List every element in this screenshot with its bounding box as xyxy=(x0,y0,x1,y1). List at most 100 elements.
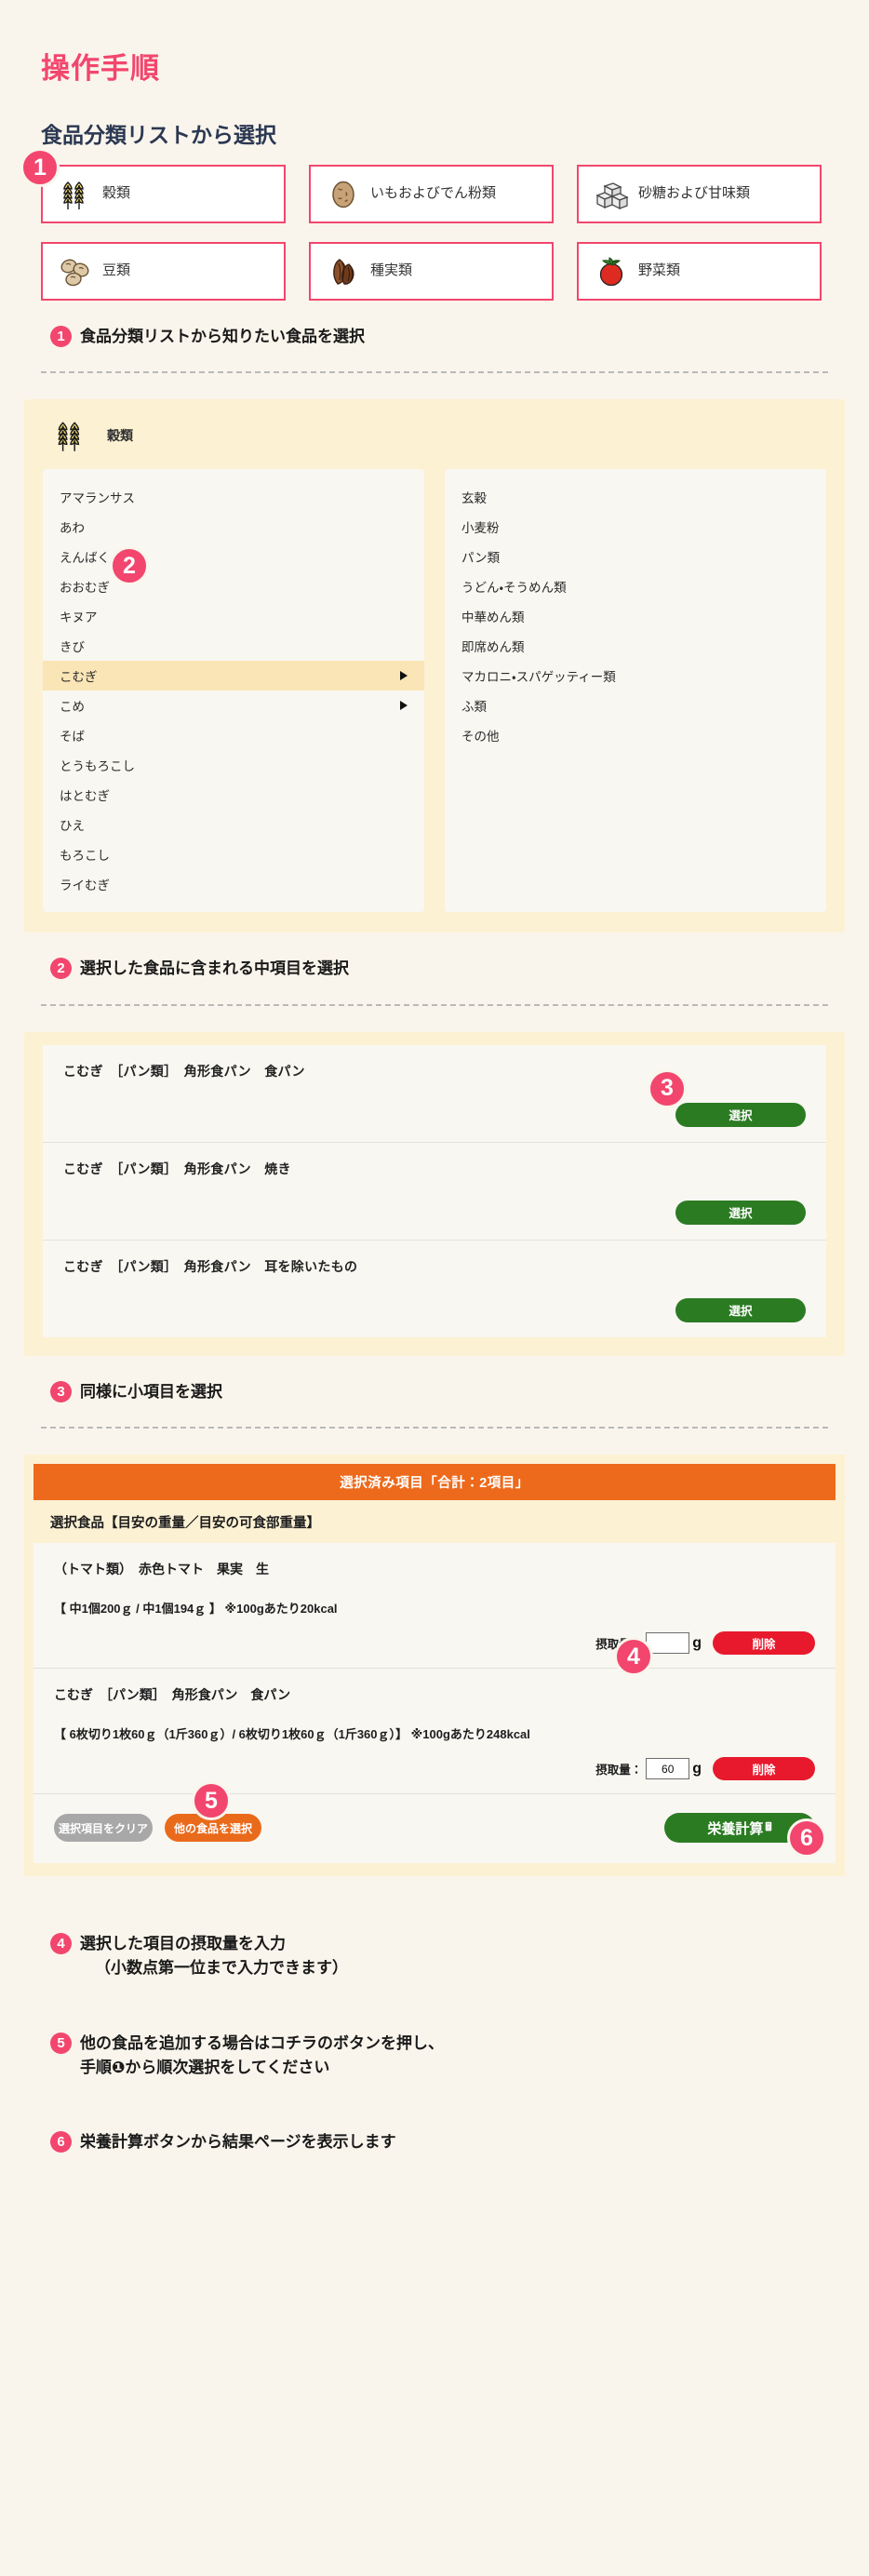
grain-list-item-label: とうもろこし xyxy=(60,759,135,774)
unit-gram-label: g xyxy=(692,1634,702,1651)
divider-1 xyxy=(41,371,828,374)
calculator-icon: 🖩 xyxy=(765,1819,772,1833)
grain-list-item[interactable]: ひえ xyxy=(43,810,424,839)
operation-guide-page: 操作手順 食品分類リストから選択 1 穀類 いもおよびでん粉類 砂糖および甘味類… xyxy=(0,0,869,2576)
grain-list-item[interactable]: はとむぎ xyxy=(43,780,424,810)
grain-list-item-label: あわ xyxy=(60,521,85,536)
grain-sublist-item[interactable]: 玄穀 xyxy=(445,482,826,512)
category-card-vegetables[interactable]: 野菜類 xyxy=(577,242,822,301)
delete-item-button[interactable]: 削除 xyxy=(713,1631,815,1656)
step-text-5-line1: 他の食品を追加する場合はコチラのボタンを押し、 xyxy=(80,2033,444,2052)
food-rows-panel: 3 こむぎ ［パン類］ 角形食パン 食パン 選択 こむぎ ［パン類］ 角形食パン 焼… xyxy=(24,1031,845,1356)
grain-list-item-label: そば xyxy=(60,730,85,745)
selected-items-body: （トマト類） 赤色トマト 果実 生【 中1個200ｇ / 中1個194ｇ 】 ※… xyxy=(33,1543,836,1864)
grain-list-item-label: はとむぎ xyxy=(60,789,110,804)
grain-list-item[interactable]: えんばく xyxy=(43,542,424,571)
grain-sublist-item[interactable]: 即席めん類 xyxy=(445,631,826,661)
category-label: 種実類 xyxy=(370,262,413,279)
food-row: こむぎ ［パン類］ 角形食パン 焼き 選択 xyxy=(43,1142,826,1241)
grain-lists: アマランサスあわえんばくおおむぎキヌアきび こむぎこめそばとうもろこし はとむぎひえ… xyxy=(24,469,845,932)
food-row: こむぎ ［パン類］ 角形食パン 食パン選択 xyxy=(43,1044,826,1143)
grain-list-item[interactable]: アマランサス xyxy=(43,482,424,512)
step-text-4-line2: （小数点第一位まで入力できます） xyxy=(95,1959,348,1978)
section-subtitle: 食品分類リストから選択 xyxy=(41,123,276,147)
sugar-cube-icon xyxy=(590,174,633,215)
step-number-4: 4 xyxy=(50,1933,72,1955)
step-badge-3: 3 xyxy=(648,1068,687,1108)
step-instruction-2: 2 選択した食品に含まれる中項目を選択 xyxy=(50,932,869,981)
food-select-button[interactable]: 選択 xyxy=(675,1297,806,1322)
step-badge-6: 6 xyxy=(787,1818,826,1858)
step-text-6: 栄養計算ボタンから結果ページを表示します xyxy=(80,2133,396,2152)
grain-sublist-item-label: ふ類 xyxy=(461,700,487,715)
category-label: 野菜類 xyxy=(638,262,681,279)
grain-list-item[interactable]: おおむぎ xyxy=(43,571,424,601)
delete-item-button[interactable]: 削除 xyxy=(713,1757,815,1781)
step-text-4: 選択した項目の摂取量を入力 （小数点第一位まで入力できます） xyxy=(80,1932,348,1981)
selected-item-title: （トマト類） 赤色トマト 果実 生 xyxy=(54,1562,269,1577)
grain-sublist-item-label: 中華めん類 xyxy=(461,610,525,625)
grain-list-item[interactable]: とうもろこし xyxy=(43,750,424,780)
grain-sublist-item[interactable]: うどん・そうめん類 xyxy=(445,571,826,601)
grain-sublist-item-label: 小麦粉 xyxy=(461,521,500,536)
grain-list-item[interactable]: あわ xyxy=(43,512,424,542)
selected-item-title: こむぎ ［パン類］ 角形食パン 食パン xyxy=(54,1687,291,1703)
grain-list-item[interactable]: もろこし xyxy=(43,839,424,869)
category-card-grains[interactable]: 穀類 xyxy=(41,165,286,223)
grain-list-item[interactable]: そば xyxy=(43,720,424,750)
selected-item-controls: 摂取量：g削除 xyxy=(54,1757,815,1781)
step-instruction-5: 5 他の食品を追加する場合はコチラのボタンを押し、 手順❶から順次選択をしてくだ… xyxy=(0,2007,869,2081)
grain-sublist-item[interactable]: 中華めん類 xyxy=(445,601,826,631)
selected-items-panel: 選択済み項目「合計：2項目」 選択食品【目安の重量／目安の可食部重量】 （トマト… xyxy=(24,1455,845,1877)
selected-item-controls: 摂取量：g削除 xyxy=(54,1631,815,1656)
step-number-5: 5 xyxy=(50,2032,72,2054)
grain-list-item-label: こめ xyxy=(60,700,85,715)
grain-list-item[interactable]: こめ xyxy=(43,691,424,720)
selected-items-header: 選択済み項目「合計：2項目」 xyxy=(33,1464,836,1501)
grain-sublist-item[interactable]: パン類 xyxy=(445,542,826,571)
food-row-actions: 選択 xyxy=(63,1102,806,1127)
category-card-sugar[interactable]: 砂糖および甘味類 xyxy=(577,165,822,223)
grain-sublist-item[interactable]: 小麦粉 xyxy=(445,512,826,542)
grain-list-item[interactable]: ライむぎ xyxy=(43,869,424,899)
food-category-grid: 1 穀類 いもおよびでん粉類 砂糖および甘味類 豆類 種実類 野菜類 xyxy=(20,148,869,301)
wheat-icon xyxy=(47,415,94,456)
chevron-right-icon xyxy=(400,701,408,711)
calc-button-label: 栄養計算 xyxy=(707,1820,764,1837)
food-select-button[interactable]: 選択 xyxy=(675,1102,806,1127)
amount-input[interactable] xyxy=(646,1758,690,1780)
grain-list-item-label: えんばく xyxy=(60,551,110,566)
divider-2 xyxy=(41,1003,828,1006)
grain-sublist-item[interactable]: ふ類 xyxy=(445,691,826,720)
category-label: いもおよびでん粉類 xyxy=(370,185,497,202)
grain-sublist-item[interactable]: マカロニ・スパゲッティー類 xyxy=(445,661,826,691)
step-badge-5: 5 xyxy=(192,1781,231,1821)
grain-list-item[interactable]: きび xyxy=(43,631,424,661)
grain-list-item-label: ひえ xyxy=(60,819,85,834)
category-label: 豆類 xyxy=(102,262,131,279)
category-card-beans[interactable]: 豆類 xyxy=(41,242,286,301)
food-select-button[interactable]: 選択 xyxy=(675,1200,806,1225)
grain-list-item[interactable]: こむぎ xyxy=(43,661,424,691)
grain-sublist-item-label: うどん・そうめん類 xyxy=(461,581,567,596)
food-row-name: こむぎ ［パン類］ 角形食パン 食パン xyxy=(63,1063,305,1079)
potato-icon xyxy=(322,174,365,215)
step-instruction-1: 1 食品分類リストから知りたい食品を選択 xyxy=(50,301,869,349)
grain-list-item-label: ライむぎ xyxy=(60,879,110,893)
clear-selection-button[interactable]: 選択項目をクリア xyxy=(54,1814,153,1843)
grain-sublist-item-label: マカロニ・スパゲッティー類 xyxy=(461,670,616,685)
selected-item-detail: 【 中1個200ｇ / 中1個194ｇ 】 ※100gあたり20kcal xyxy=(54,1602,338,1617)
grain-list-item-label: おおむぎ xyxy=(60,581,110,596)
step-text-2: 選択した食品に含まれる中項目を選択 xyxy=(80,959,349,978)
grain-list-item[interactable]: キヌア xyxy=(43,601,424,631)
grain-list-item-label: もろこし xyxy=(60,849,110,864)
step-badge-1: 1 xyxy=(20,148,60,187)
grain-sublist-item-label: その他 xyxy=(461,730,500,745)
category-card-nuts[interactable]: 種実類 xyxy=(309,242,554,301)
grain-list-item-label: キヌア xyxy=(60,610,98,625)
step-text-4-line1: 選択した項目の摂取量を入力 xyxy=(80,1935,286,1953)
category-label: 砂糖および甘味類 xyxy=(638,185,751,202)
grain-sublist-item[interactable]: その他 xyxy=(445,720,826,750)
step-text-1: 食品分類リストから知りたい食品を選択 xyxy=(80,328,365,345)
category-card-potato[interactable]: いもおよびでん粉類 xyxy=(309,165,554,223)
